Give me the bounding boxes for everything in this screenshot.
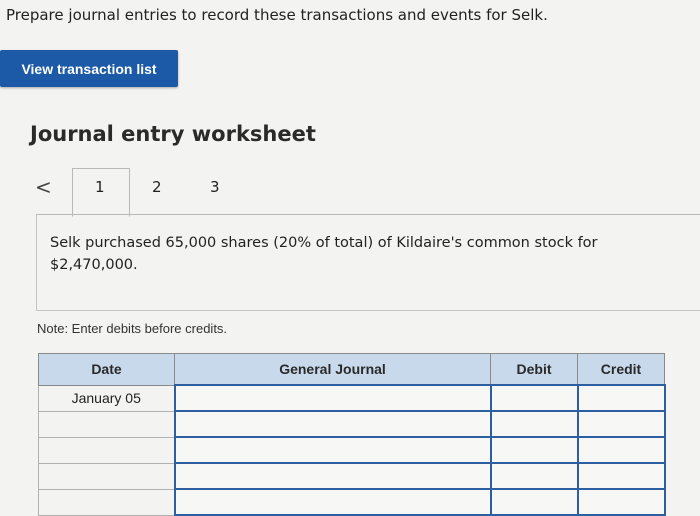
journal-table: Date General Journal Debit Credit Januar…	[38, 353, 666, 516]
table-row	[38, 436, 666, 464]
debit-input[interactable]	[489, 488, 579, 516]
tab-3[interactable]: 3	[210, 178, 220, 196]
credit-field[interactable]	[578, 490, 664, 514]
credit-input[interactable]	[576, 488, 666, 516]
credit-input[interactable]	[576, 436, 666, 464]
header-credit: Credit	[577, 353, 665, 386]
debit-input[interactable]	[489, 410, 579, 438]
instruction-text: Prepare journal entries to record these …	[6, 6, 548, 24]
row-date	[38, 410, 175, 438]
debit-field[interactable]	[491, 386, 577, 410]
journal-header-row: Date General Journal Debit Credit	[38, 353, 665, 386]
chevron-left-icon[interactable]: <	[35, 175, 52, 199]
debit-field[interactable]	[491, 438, 577, 462]
tab-1[interactable]: 1	[95, 178, 105, 196]
account-field[interactable]	[175, 412, 490, 436]
header-general-journal: General Journal	[174, 353, 491, 386]
account-input[interactable]	[173, 488, 492, 516]
table-row	[38, 488, 666, 516]
account-input[interactable]	[173, 436, 492, 464]
table-row	[38, 410, 666, 438]
credit-field[interactable]	[578, 386, 664, 410]
description-line-1: Selk purchased 65,000 shares (20% of tot…	[50, 235, 598, 251]
table-row: January 05	[38, 384, 666, 412]
credit-input[interactable]	[576, 462, 666, 490]
credit-input[interactable]	[576, 410, 666, 438]
account-field[interactable]	[175, 490, 490, 514]
credit-field[interactable]	[578, 438, 664, 462]
table-row	[38, 462, 666, 490]
credit-field[interactable]	[578, 412, 664, 436]
credit-input[interactable]	[576, 384, 666, 412]
description-line-2: $2,470,000.	[50, 257, 138, 273]
view-transaction-list-button[interactable]: View transaction list	[0, 50, 178, 87]
tab-2[interactable]: 2	[152, 178, 162, 196]
account-field[interactable]	[175, 438, 490, 462]
row-date	[38, 462, 175, 490]
debit-field[interactable]	[491, 490, 577, 514]
account-input[interactable]	[173, 384, 492, 412]
row-date	[38, 488, 175, 516]
note-text: Note: Enter debits before credits.	[37, 321, 228, 336]
row-date: January 05	[38, 384, 175, 412]
row-date	[38, 436, 175, 464]
header-debit: Debit	[490, 353, 578, 386]
account-input[interactable]	[173, 410, 492, 438]
account-field[interactable]	[175, 386, 490, 410]
debit-field[interactable]	[491, 464, 577, 488]
credit-field[interactable]	[578, 464, 664, 488]
debit-input[interactable]	[489, 462, 579, 490]
transaction-description: Selk purchased 65,000 shares (20% of tot…	[50, 232, 650, 276]
account-field[interactable]	[175, 464, 490, 488]
account-input[interactable]	[173, 462, 492, 490]
header-date: Date	[38, 353, 175, 386]
worksheet-title: Journal entry worksheet	[30, 122, 316, 146]
debit-field[interactable]	[491, 412, 577, 436]
debit-input[interactable]	[489, 436, 579, 464]
debit-input[interactable]	[489, 384, 579, 412]
